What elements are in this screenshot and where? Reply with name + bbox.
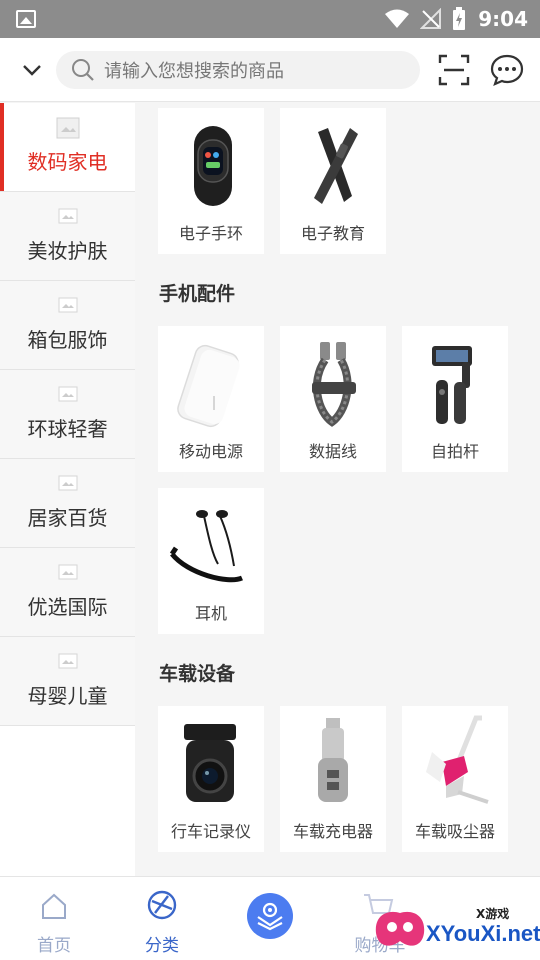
product-name: 数据线 (308, 442, 357, 461)
sidebar-item-international[interactable]: 优选国际 (0, 548, 135, 637)
product-card[interactable]: 车载充电器 (280, 706, 386, 852)
category-sidebar: 数码家电 美妆护肤 箱包服饰 环球轻奢 居家百货 优选国际 母婴儿童 (0, 103, 135, 876)
earphones-image (169, 510, 243, 583)
image-placeholder-icon (56, 117, 80, 139)
product-name: 车载吸尘器 (414, 822, 495, 841)
wifi-icon (385, 9, 410, 28)
watermark-line2: XYouXi.net (426, 921, 540, 946)
center-action-icon (257, 902, 283, 931)
message-icon[interactable] (490, 53, 524, 87)
sidebar-item-label: 箱包服饰 (27, 328, 108, 352)
product-card[interactable]: 自拍杆 (402, 326, 508, 472)
image-placeholder-icon (58, 653, 78, 669)
selfie-stick-image (432, 346, 472, 424)
product-name: 耳机 (194, 604, 227, 623)
nav-category[interactable]: 分类 (122, 887, 202, 957)
sidebar-item-baby[interactable]: 母婴儿童 (0, 637, 135, 726)
status-time: 9:04 (478, 7, 528, 31)
product-name: 自拍杆 (430, 442, 479, 461)
product-card[interactable]: 车载吸尘器 (402, 706, 508, 852)
gamepad-logo-icon (375, 911, 425, 946)
category-content: 电子手环 电子教育 手机配件 移动电源 数据线 自拍杆 耳机 车载设备 行车记录… (135, 103, 540, 876)
sidebar-item-label: 环球轻奢 (27, 417, 108, 441)
product-card[interactable]: 电子手环 (158, 108, 264, 254)
sidebar-item-label: 居家百货 (27, 506, 108, 530)
status-bar: 9:04 (0, 0, 540, 38)
image-placeholder-icon (58, 475, 78, 491)
product-name: 行车记录仪 (170, 822, 251, 841)
search-placeholder: 请输入您想搜索的商品 (104, 61, 284, 82)
product-name: 移动电源 (178, 442, 243, 461)
product-name: 电子手环 (178, 224, 243, 243)
section-title: 车载设备 (159, 663, 236, 685)
home-icon (42, 893, 66, 919)
power-bank-image (177, 344, 240, 428)
translator-pen-image (314, 128, 358, 204)
product-card[interactable]: 移动电源 (158, 326, 264, 472)
no-signal-icon (420, 8, 442, 29)
nav-category-label: 分类 (145, 936, 179, 956)
search-icon (72, 59, 94, 81)
category-icon (147, 890, 177, 920)
sidebar-item-home[interactable]: 居家百货 (0, 459, 135, 548)
product-card[interactable]: 数据线 (280, 326, 386, 472)
sidebar-item-bags[interactable]: 箱包服饰 (0, 281, 135, 370)
image-placeholder-icon (58, 297, 78, 313)
fitness-band-image (194, 126, 232, 206)
sidebar-item-beauty[interactable]: 美妆护肤 (0, 192, 135, 281)
center-action-button[interactable] (247, 893, 293, 939)
sidebar-item-label: 优选国际 (27, 595, 108, 619)
product-card[interactable]: 电子教育 (280, 108, 386, 254)
data-cable-image (312, 342, 356, 427)
sidebar-item-label: 数码家电 (27, 150, 108, 174)
nav-home[interactable]: 首页 (14, 887, 94, 957)
image-placeholder-icon (58, 386, 78, 402)
battery-charging-icon (453, 7, 466, 30)
scan-icon[interactable] (438, 54, 470, 86)
sidebar-item-luxury[interactable]: 环球轻奢 (0, 370, 135, 459)
nav-home-label: 首页 (37, 936, 71, 956)
sidebar-item-label: 母婴儿童 (27, 684, 108, 708)
search-input[interactable]: 请输入您想搜索的商品 (56, 51, 420, 89)
watermark-line1: X游戏 (476, 907, 510, 921)
gallery-notification-icon (16, 10, 36, 28)
car-vacuum-image (426, 715, 489, 804)
site-watermark: X游戏 XYouXi.net (370, 895, 540, 960)
product-card[interactable]: 行车记录仪 (158, 706, 264, 852)
sidebar-item-label: 美妆护肤 (27, 239, 108, 263)
header: 请输入您想搜索的商品 (0, 38, 540, 102)
image-placeholder-icon (58, 564, 78, 580)
chevron-down-icon[interactable] (18, 58, 46, 82)
sidebar-item-digital[interactable]: 数码家电 (0, 103, 135, 192)
section-title: 手机配件 (159, 283, 236, 305)
product-name: 电子教育 (300, 224, 365, 243)
car-charger-image (318, 718, 348, 802)
product-name: 车载充电器 (292, 822, 373, 841)
dash-cam-image (184, 724, 236, 802)
image-placeholder-icon (58, 208, 78, 224)
product-card[interactable]: 耳机 (158, 488, 264, 634)
